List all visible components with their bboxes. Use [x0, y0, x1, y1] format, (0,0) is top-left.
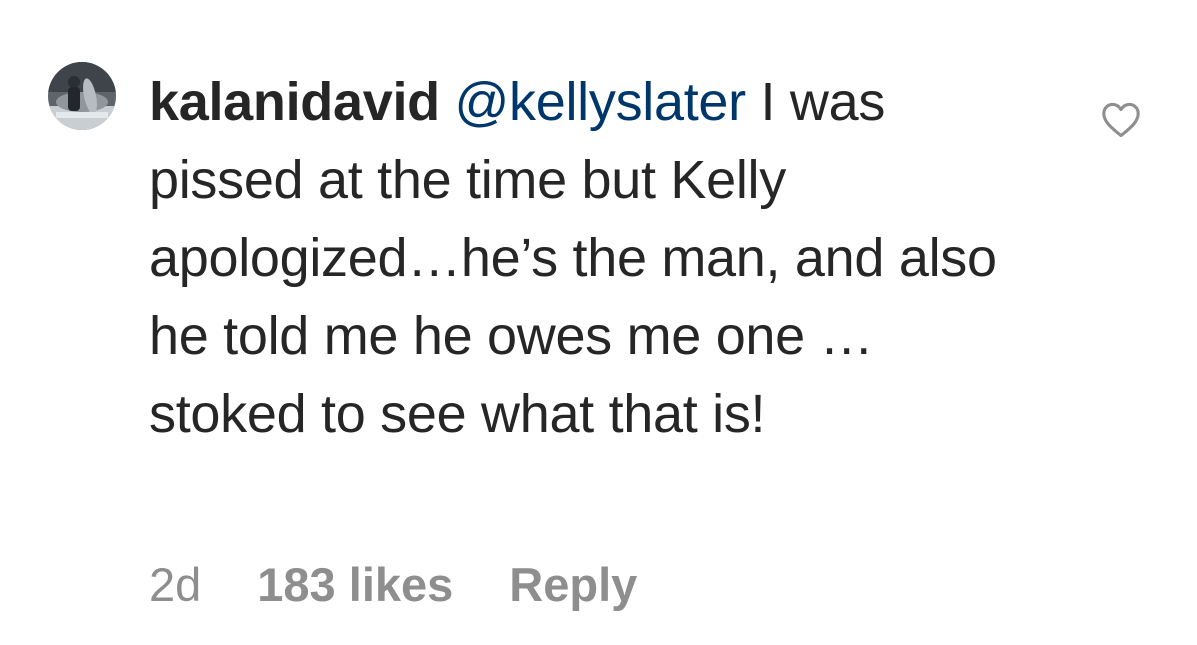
comment-username[interactable]: kalanidavid	[149, 72, 440, 132]
comment: kalanidavid @kellyslater I was pissed at…	[0, 0, 1197, 645]
reply-button[interactable]: Reply	[509, 557, 637, 612]
likes-count[interactable]: 183 likes	[257, 557, 453, 612]
avatar-photo	[48, 62, 116, 130]
avatar[interactable]	[48, 62, 116, 130]
mention-link[interactable]: @kellyslater	[455, 72, 747, 132]
like-button[interactable]	[1099, 98, 1143, 142]
comment-text: kalanidavid @kellyslater I was pissed at…	[149, 63, 1029, 453]
comment-timestamp: 2d	[149, 557, 202, 611]
heart-outline-icon	[1102, 102, 1140, 138]
comment-meta: 2d 183 likes Reply	[149, 552, 637, 616]
